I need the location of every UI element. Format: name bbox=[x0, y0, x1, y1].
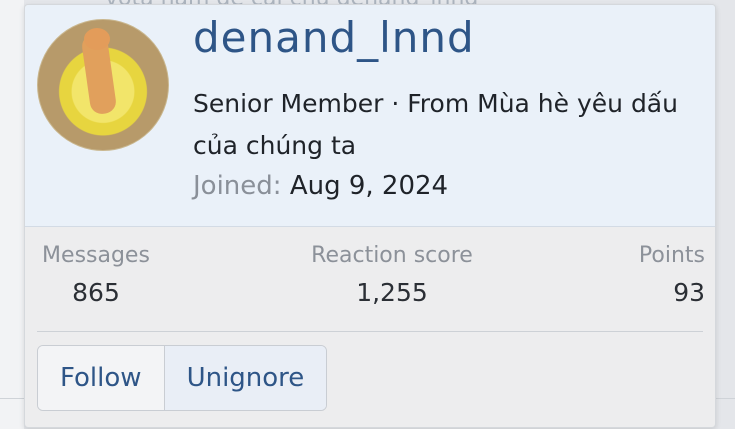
points-value: 93 bbox=[673, 278, 705, 307]
stats-divider bbox=[37, 331, 703, 332]
joined-info: Joined: Aug 9, 2024 bbox=[193, 171, 448, 201]
member-title: Senior Member · From Mùa hè yêu dấu của … bbox=[193, 89, 678, 160]
messages-value: 865 bbox=[72, 278, 120, 307]
joined-label: Joined: bbox=[193, 171, 282, 201]
member-tooltip-card: denand_lnnd Senior Member · From Mùa hè … bbox=[24, 4, 716, 428]
joined-date: Aug 9, 2024 bbox=[289, 171, 449, 201]
member-actions: Follow Unignore bbox=[37, 345, 328, 411]
points-stat: Points 93 bbox=[621, 243, 705, 307]
follow-button[interactable]: Follow bbox=[38, 346, 164, 410]
member-header: denand_lnnd Senior Member · From Mùa hè … bbox=[25, 5, 715, 227]
avatar[interactable] bbox=[37, 19, 169, 151]
page-background bbox=[0, 0, 24, 429]
points-label: Points bbox=[638, 243, 705, 268]
reaction-score-value: 1,255 bbox=[356, 278, 428, 307]
reaction-score-label: Reaction score bbox=[311, 243, 473, 268]
cat-head-icon bbox=[84, 28, 110, 50]
unignore-button[interactable]: Unignore bbox=[163, 346, 327, 410]
reaction-score-stat: Reaction score 1,255 bbox=[297, 243, 487, 307]
messages-label: Messages bbox=[42, 243, 150, 268]
messages-stat: Messages 865 bbox=[36, 243, 156, 307]
username[interactable]: denand_lnnd bbox=[193, 13, 475, 62]
